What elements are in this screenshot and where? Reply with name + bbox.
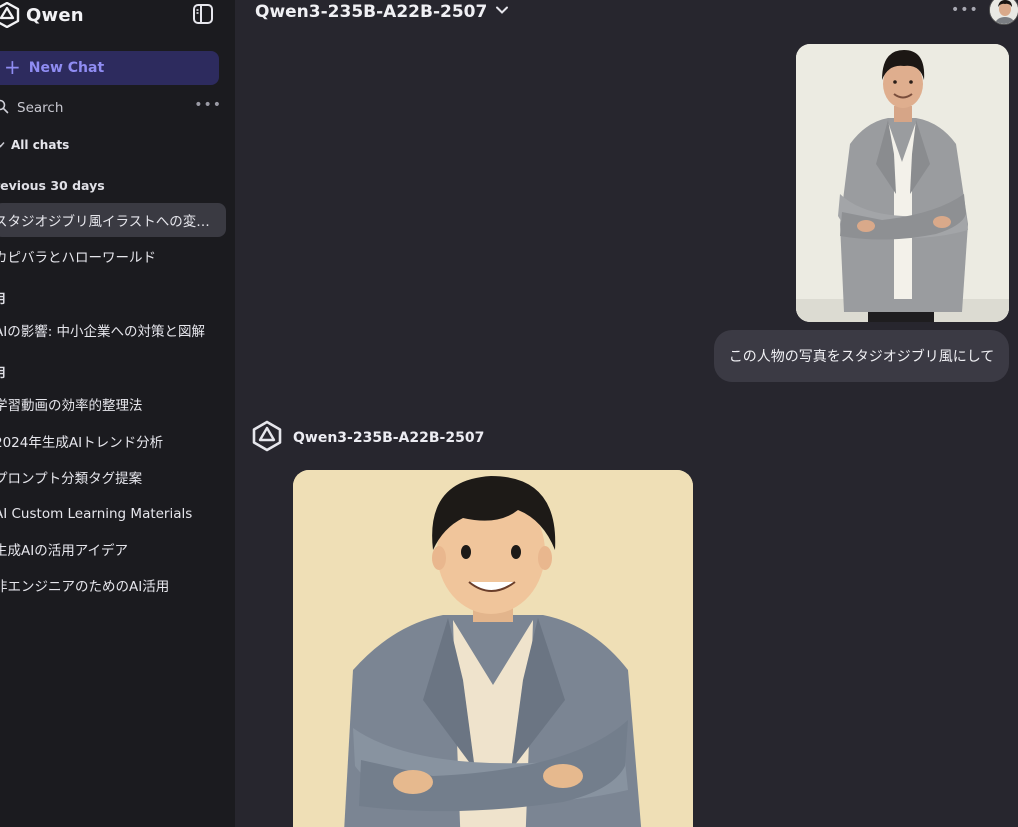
generated-ghibli-image[interactable] (293, 470, 693, 827)
user-message-bubble: この人物の写真をスタジオジブリ風にして (714, 330, 1009, 382)
group-label: revious 30 days (0, 178, 105, 193)
chevron-down-icon (495, 2, 509, 22)
assistant-header: Qwen3-235B-A22B-2507 (251, 420, 484, 456)
user-uploaded-photo[interactable] (796, 44, 1009, 322)
chat-item-title: AIの影響: 中小企業への対策と図解 (0, 324, 206, 340)
chat-item[interactable]: カピバラとハローワールド (0, 239, 226, 273)
chat-item[interactable]: スタジオジブリ風イラストへの変換ガイド (0, 203, 226, 237)
search-icon (0, 99, 9, 118)
chat-item-title: 非エンジニアのためのAI活用 (0, 579, 170, 595)
sidebar-toggle-button[interactable] (192, 3, 214, 25)
more-horizontal-icon[interactable]: ••• (951, 2, 979, 18)
chat-item[interactable]: 非エンジニアのためのAI活用 (0, 568, 226, 602)
search-label: Search (17, 100, 64, 116)
all-chats-label: All chats (11, 138, 70, 152)
chat-item[interactable]: 生成AIの活用アイデア (0, 532, 226, 566)
chat-item[interactable]: プロンプト分類タグ提案 (0, 460, 226, 494)
new-chat-label: New Chat (28, 60, 105, 76)
chat-item-title: スタジオジブリ風イラストへの変換ガイド (0, 214, 216, 230)
chat-item-title: 2024年生成AIトレンド分析 (0, 435, 164, 451)
qwen-logo-icon (251, 420, 283, 456)
chat-item-title: カピバラとハローワールド (0, 250, 156, 266)
group-label: 月 (0, 291, 7, 306)
chat-item-title: 生成AIの活用アイデア (0, 543, 129, 559)
chat-item-title: プロンプト分類タグ提案 (0, 471, 143, 487)
chat-item-title: AI Custom Learning Materials (0, 506, 193, 522)
plus-icon: + (4, 55, 21, 79)
brand[interactable]: Qwen (0, 2, 84, 28)
qwen-logo-icon (0, 2, 20, 28)
avatar[interactable] (989, 0, 1018, 25)
chevron-down-icon (0, 138, 5, 152)
group-label: 月 (0, 365, 7, 380)
all-chats-toggle[interactable]: All chats (0, 138, 69, 152)
model-name: Qwen3-235B-A22B-2507 (255, 2, 488, 22)
chat-item[interactable]: 学習動画の効率的整理法 (0, 387, 226, 421)
brand-name: Qwen (26, 4, 84, 26)
search-row[interactable]: Search ••• (0, 97, 222, 119)
chat-item[interactable]: 2024年生成AIトレンド分析 (0, 424, 226, 458)
new-chat-button[interactable]: + New Chat (0, 51, 219, 85)
chat-item[interactable]: AIの影響: 中小企業への対策と図解 (0, 313, 226, 347)
sidebar: Qwen + New Chat Search ••• All chats rev… (0, 0, 235, 827)
assistant-name: Qwen3-235B-A22B-2507 (293, 430, 485, 446)
user-message-text: この人物の写真をスタジオジブリ風にして (728, 349, 995, 365)
sidebar-toggle-icon (192, 4, 214, 29)
chat-item-title: 学習動画の効率的整理法 (0, 398, 143, 414)
chat-item[interactable]: AI Custom Learning Materials (0, 497, 226, 531)
more-horizontal-icon[interactable]: ••• (194, 97, 222, 113)
model-selector[interactable]: Qwen3-235B-A22B-2507 (255, 0, 509, 24)
